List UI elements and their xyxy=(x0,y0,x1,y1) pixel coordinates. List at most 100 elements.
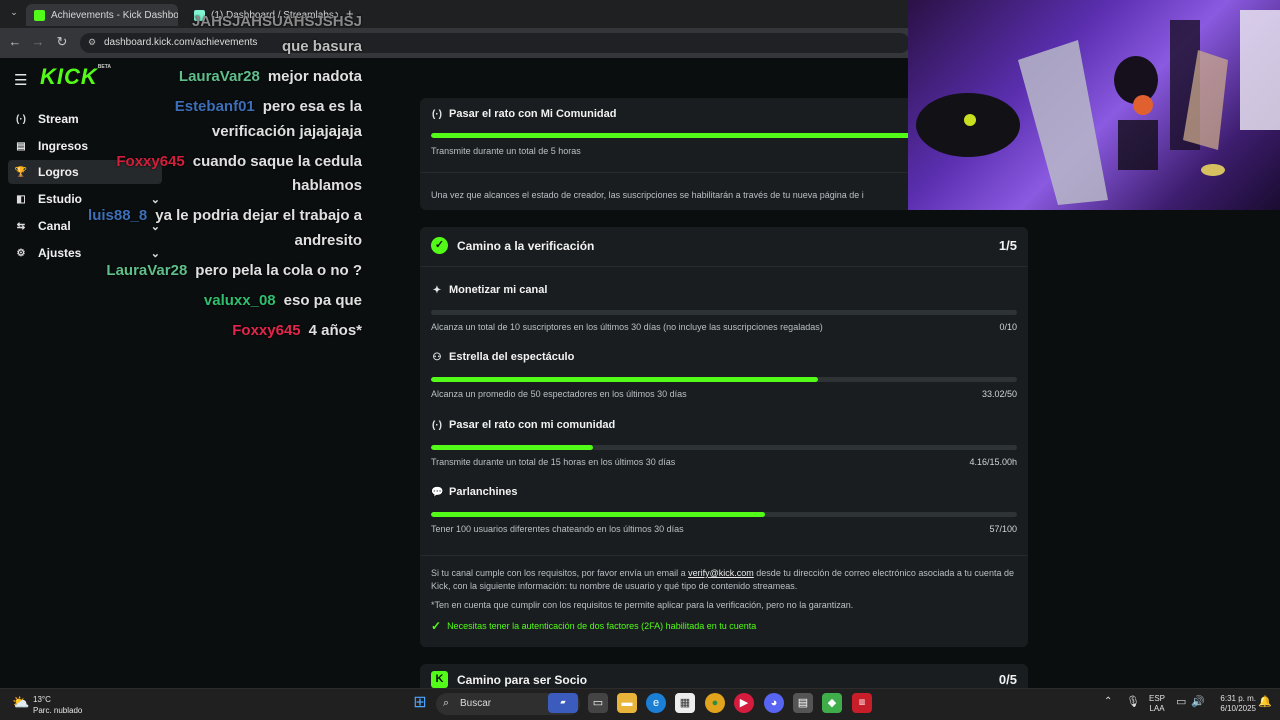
chat-text: andresito xyxy=(294,232,362,249)
sparkle-icon: ✦ xyxy=(432,284,442,296)
verified-badge-icon: ✓ xyxy=(431,237,448,254)
progress-bar xyxy=(431,512,1017,517)
clock[interactable]: 6:31 p. m. 6/10/2025 xyxy=(1208,694,1256,714)
divider xyxy=(420,555,1028,556)
media-player-icon[interactable]: ▶ xyxy=(734,693,754,713)
chat-message: Foxxy645 cuando saque la cedula xyxy=(116,150,362,174)
chat-username: Estebanf01 xyxy=(174,98,255,115)
weather-widget[interactable]: 13°C Parc. nublado xyxy=(33,694,82,716)
chat-message: que basura xyxy=(282,35,362,59)
forward-icon[interactable]: → xyxy=(29,34,47,49)
chat-text: pero esa es la xyxy=(262,98,362,115)
site-info-icon[interactable]: ⚙ xyxy=(88,37,96,48)
chat-text: JAHSJAHSUAHSJSHSJ xyxy=(191,13,362,30)
requirement-title: (·) Pasar el rato con Mi Comunidad xyxy=(432,108,617,120)
section-count: 1/5 xyxy=(998,238,1017,253)
broadcast-icon: (·) xyxy=(16,113,26,125)
back-icon[interactable]: ← xyxy=(6,34,24,49)
tab-list-icon[interactable]: ⌄ xyxy=(6,7,22,21)
divider xyxy=(420,266,1028,267)
requirement-title: ⚇ Estrella del espectáculo xyxy=(432,351,575,363)
edge-icon[interactable]: e xyxy=(646,693,666,713)
store-icon[interactable]: ▦ xyxy=(675,693,695,713)
tab-title: Achievements - Kick Dashboard xyxy=(51,9,178,21)
kick-favicon-icon xyxy=(34,9,45,21)
requirement-desc: Tener 100 usuarios diferentes chateando … xyxy=(431,524,684,534)
chat-message: Foxxy645 4 años* xyxy=(232,319,362,343)
check-icon: ✓ xyxy=(431,619,442,633)
chat-message: valuxx_08 eso pa que xyxy=(204,289,362,313)
verify-email-link[interactable]: verify@kick.com xyxy=(688,568,754,578)
requirement-desc: Alcanza un promedio de 50 espectadores e… xyxy=(431,389,687,399)
section-title: Camino a la verificación xyxy=(457,239,595,253)
chat-message: hablamos xyxy=(292,174,362,198)
chat-text: mejor nadota xyxy=(267,68,362,85)
section-title: Camino para ser Socio xyxy=(457,673,588,687)
progress-bar xyxy=(431,310,1017,315)
progress-fill xyxy=(431,445,594,450)
chat-username: luis88_8 xyxy=(88,207,148,224)
channel-icon: ⇆ xyxy=(16,220,26,232)
chat-message: verificación jajajajaja xyxy=(212,120,362,144)
chat-username: Foxxy645 xyxy=(232,322,301,339)
requirement-title: (·) Pasar el rato con mi comunidad xyxy=(432,419,616,431)
requirement-desc: Alcanza un total de 10 suscriptores en l… xyxy=(431,322,823,332)
sidebar-item-stream[interactable]: (·) Stream xyxy=(8,107,162,131)
chat-username: LauraVar28 xyxy=(178,68,260,85)
reload-icon[interactable]: ↻ xyxy=(53,34,71,50)
windows-start-icon[interactable]: ⊞ xyxy=(410,693,430,713)
trophy-icon: 🏆 xyxy=(14,166,28,178)
verification-info: Si tu canal cumple con los requisitos, p… xyxy=(431,568,1014,591)
requirement-desc: Transmite durante un total de 15 horas e… xyxy=(431,457,676,467)
viewers-icon: ⚇ xyxy=(432,351,442,363)
requirement-title: 💬 Parlanchines xyxy=(431,486,518,498)
notification-bell-icon[interactable]: 🔔 xyxy=(1258,695,1272,708)
volume-icon[interactable]: 🔊 xyxy=(1191,695,1205,708)
sidebar-item-label: Ajustes xyxy=(38,246,82,260)
chat-message: JAHSJAHSUAHSJSHSJ xyxy=(192,10,362,34)
verification-disclaimer: *Ten en cuenta que cumplir con los requi… xyxy=(431,600,854,610)
chat-username: valuxx_08 xyxy=(203,292,276,309)
microphone-icon[interactable]: 🎙 xyxy=(1126,695,1140,708)
requirement-value: 33.02/50 xyxy=(981,389,1017,399)
chat-text: pero pela la cola o no ? xyxy=(195,262,362,279)
chevron-down-icon[interactable]: ⌄ xyxy=(151,247,160,260)
minecraft-icon[interactable]: ◆ xyxy=(822,693,842,713)
language-indicator[interactable]: ESP LAA xyxy=(1146,694,1168,714)
chat-username: Foxxy645 xyxy=(116,153,185,170)
task-view-icon[interactable]: ▭ xyxy=(588,693,608,713)
hamburger-menu-icon[interactable]: ☰ xyxy=(14,71,27,89)
file-explorer-icon[interactable]: ▬ xyxy=(617,693,637,713)
webcam-scene xyxy=(916,10,1280,205)
chat-message: luis88_8 ya le podria dejar el trabajo a xyxy=(88,204,362,228)
chrome-icon[interactable]: ● xyxy=(705,693,725,713)
weather-icon[interactable]: ⛅ xyxy=(12,694,29,711)
search-icon: ⌕ xyxy=(443,697,450,709)
kick-logo[interactable]: KICKBETA xyxy=(40,64,111,90)
chat-message: LauraVar28 pero pela la cola o no ? xyxy=(106,259,362,283)
tray-overflow-icon[interactable]: ⌃ xyxy=(1104,696,1112,707)
creator-note: Una vez que alcances el estado de creado… xyxy=(431,190,864,200)
webcam-overlay xyxy=(908,0,1280,210)
sidebar-item-label: Ingresos xyxy=(38,139,89,153)
requirement-value: 57/100 xyxy=(989,524,1017,534)
chat-message: LauraVar28 mejor nadota xyxy=(179,65,362,89)
app-icon[interactable]: ▥ xyxy=(852,693,872,713)
browser-window-icon[interactable]: ▤ xyxy=(793,693,813,713)
chat-text: verificación jajajajaja xyxy=(211,123,362,140)
tab-achievements[interactable]: Achievements - Kick Dashboard ✕ xyxy=(26,4,178,26)
url-field[interactable]: dashboard.kick.com/achievements xyxy=(80,33,910,53)
sidebar-item-label: Canal xyxy=(38,219,71,233)
chat-text: ya le podria dejar el trabajo a xyxy=(155,207,362,224)
section-count: 0/5 xyxy=(998,672,1017,687)
network-icon[interactable]: ▭ xyxy=(1176,695,1186,708)
twofa-requirement: ✓ Necesitas tener la autenticación de do… xyxy=(431,619,757,633)
requirement-value: 0/10 xyxy=(999,322,1017,332)
chat-text: eso pa que xyxy=(283,292,362,309)
requirement-value: 4.16/15.00h xyxy=(969,457,1017,467)
chat-message: Estebanf01 pero esa es la xyxy=(175,95,362,119)
chat-username: LauraVar28 xyxy=(106,262,188,279)
studio-icon: ◧ xyxy=(16,193,26,205)
sidebar-item-label: Estudio xyxy=(38,192,82,206)
discord-icon[interactable]: ◕ xyxy=(764,693,784,713)
